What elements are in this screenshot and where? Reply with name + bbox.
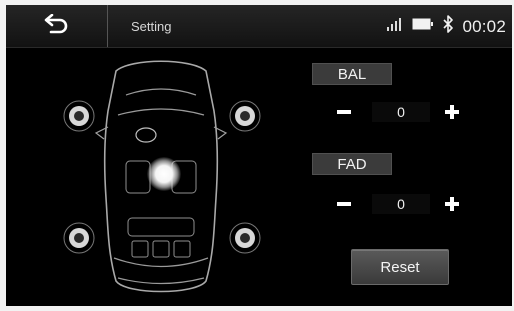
front-left-speaker-icon[interactable] [62, 99, 96, 133]
clock: 00:02 [462, 16, 506, 36]
bal-plus-button[interactable] [437, 97, 467, 127]
back-arrow-icon [43, 13, 69, 39]
status-area: 00:02 [386, 15, 506, 38]
topbar-divider [107, 5, 108, 47]
fad-value: 0 [372, 194, 430, 214]
fad-label: FAD [312, 153, 392, 175]
battery-icon [412, 17, 434, 36]
bal-minus-button[interactable] [329, 97, 359, 127]
car-speaker-diagram[interactable] [56, 53, 266, 303]
rear-left-speaker-icon[interactable] [62, 221, 96, 255]
back-button[interactable] [6, 5, 106, 47]
sound-focus-point[interactable] [147, 157, 181, 191]
fad-plus-button[interactable] [437, 189, 467, 219]
signal-icon [386, 16, 404, 37]
rear-right-speaker-icon[interactable] [228, 221, 262, 255]
page-title: Setting [131, 19, 172, 34]
top-bar: Setting 00:02 [6, 5, 512, 48]
car-audio-settings-screen: Setting 00:02 BAL 0 FAD 0 Reset [6, 5, 512, 306]
reset-button[interactable]: Reset [351, 249, 449, 285]
bal-label: BAL [312, 63, 392, 85]
bal-value: 0 [372, 102, 430, 122]
fad-minus-button[interactable] [329, 189, 359, 219]
bluetooth-icon [442, 15, 454, 38]
front-right-speaker-icon[interactable] [228, 99, 262, 133]
